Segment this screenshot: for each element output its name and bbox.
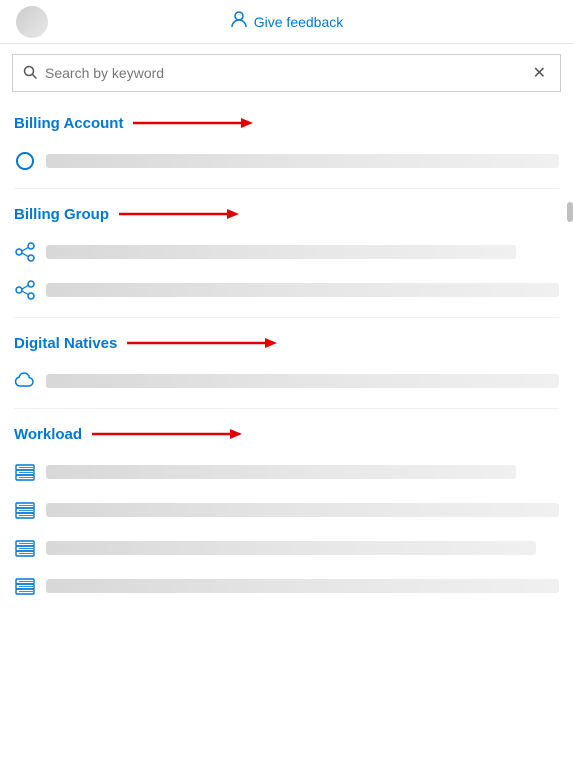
item-bar: [46, 465, 516, 479]
list-item: [14, 453, 559, 491]
list-item: [14, 529, 559, 567]
stack-icon: [14, 575, 36, 597]
item-bar: [46, 541, 536, 555]
divider: [14, 408, 559, 409]
give-feedback-label: Give feedback: [254, 14, 344, 30]
item-bar: [46, 245, 516, 259]
billing-group-title: Billing Group: [14, 205, 559, 223]
content-wrapper: Billing Account Billing Group: [0, 102, 573, 609]
billing-account-arrow: [133, 114, 253, 132]
list-item: [14, 271, 559, 309]
search-bar: ✕: [12, 54, 561, 92]
person-icon: [230, 10, 248, 33]
stack-icon: [14, 499, 36, 521]
circle-icon: [14, 150, 36, 172]
clear-search-button[interactable]: ✕: [529, 63, 550, 83]
search-icon: [23, 65, 37, 82]
cloud-icon: [14, 370, 36, 392]
item-bar: [46, 503, 559, 517]
list-item: [14, 491, 559, 529]
billing-account-section: Billing Account: [0, 102, 573, 184]
workload-arrow: [92, 425, 242, 443]
nodes-icon: [14, 241, 36, 263]
billing-group-arrow: [119, 205, 239, 223]
item-bar: [46, 374, 559, 388]
billing-group-section: Billing Group: [0, 193, 573, 313]
digital-natives-section: Digital Natives: [0, 322, 573, 404]
nodes-icon: [14, 279, 36, 301]
item-bar: [46, 154, 559, 168]
billing-account-title: Billing Account: [14, 114, 559, 132]
avatar: [16, 6, 48, 38]
list-item: [14, 362, 559, 400]
list-item: [14, 567, 559, 605]
divider: [14, 317, 559, 318]
item-bar: [46, 579, 559, 593]
give-feedback-button[interactable]: Give feedback: [222, 6, 352, 37]
list-item: [14, 142, 559, 180]
scrollbar[interactable]: [567, 202, 573, 222]
search-input[interactable]: [45, 65, 529, 81]
workload-section: Workload: [0, 413, 573, 609]
list-item: [14, 233, 559, 271]
digital-natives-title: Digital Natives: [14, 334, 559, 352]
workload-title: Workload: [14, 425, 559, 443]
stack-icon: [14, 461, 36, 483]
top-bar: Give feedback: [0, 0, 573, 44]
stack-icon: [14, 537, 36, 559]
digital-natives-arrow: [127, 334, 277, 352]
divider: [14, 188, 559, 189]
item-bar: [46, 283, 559, 297]
